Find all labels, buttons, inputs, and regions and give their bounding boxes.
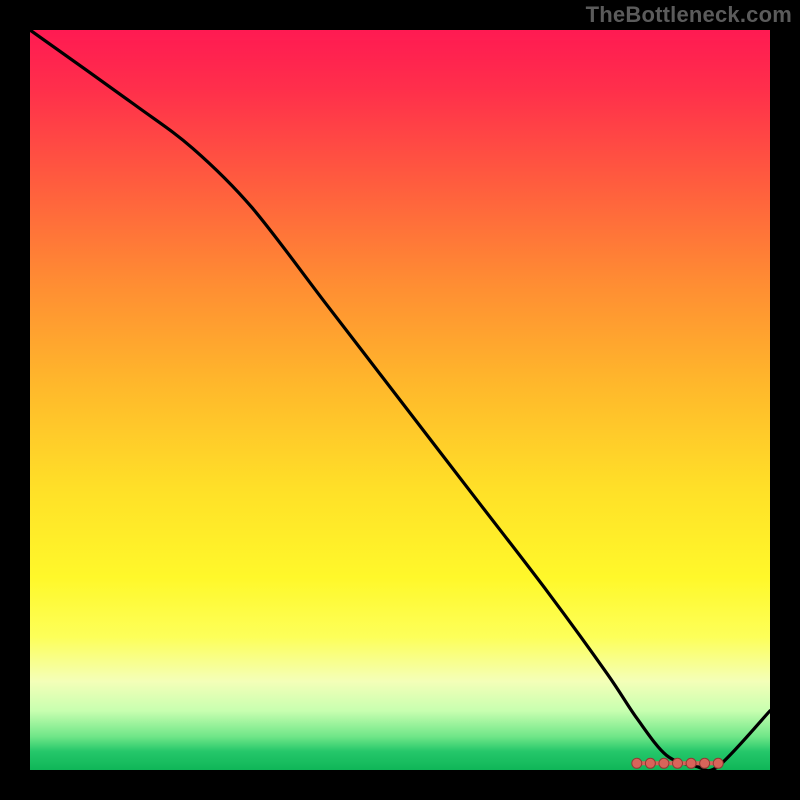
trough-marker-dot [686, 758, 696, 768]
trough-marker-dot [700, 758, 710, 768]
trough-marker-dot [713, 758, 723, 768]
watermark-text: TheBottleneck.com [586, 2, 792, 28]
curve-layer [30, 30, 770, 770]
trough-marker-group [632, 758, 723, 768]
trough-marker-dot [673, 758, 683, 768]
plot-area [30, 30, 770, 770]
trough-marker-dot [632, 758, 642, 768]
trough-marker-dot [659, 758, 669, 768]
bottleneck-curve-path [30, 30, 770, 770]
chart-frame: TheBottleneck.com [0, 0, 800, 800]
trough-marker-dot [645, 758, 655, 768]
